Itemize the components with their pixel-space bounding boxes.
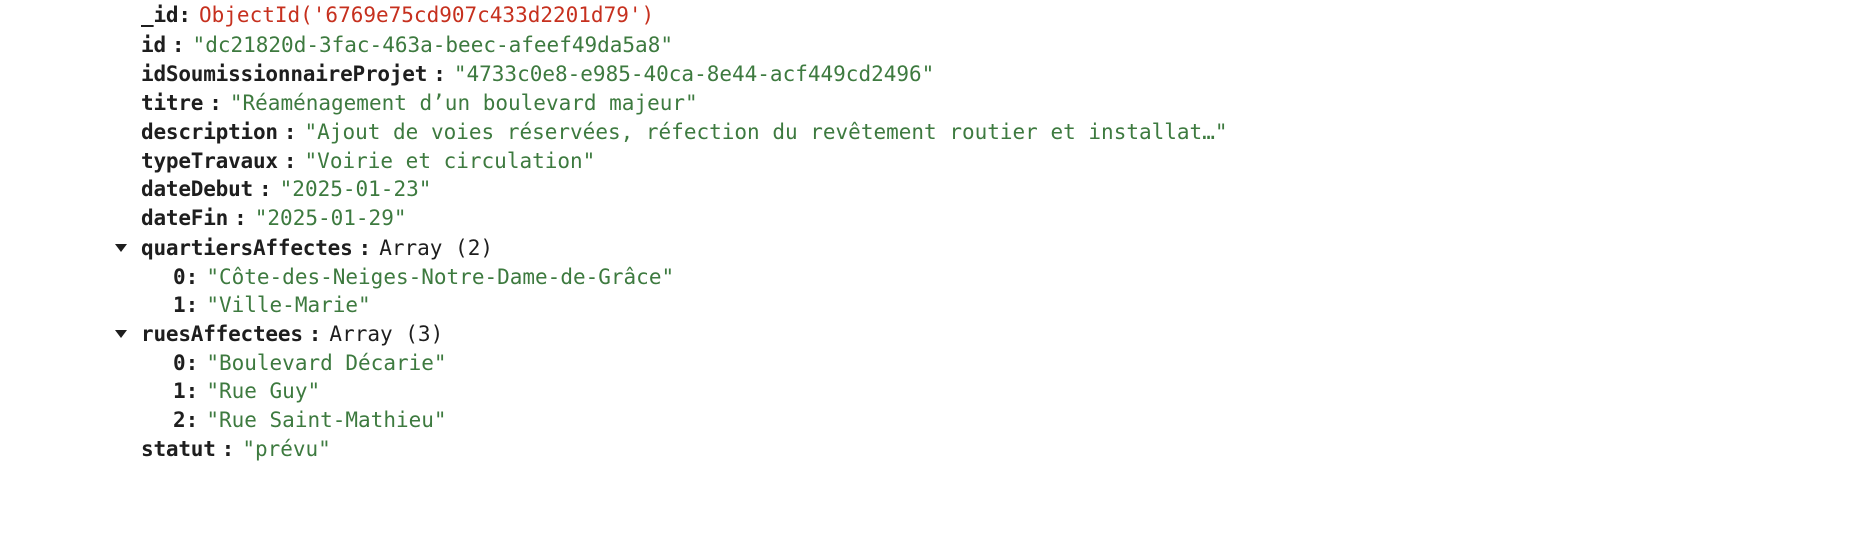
field-colon: :	[259, 177, 272, 201]
field-row-typeTravaux: typeTravaux: "Voirie et circulation"	[0, 146, 595, 176]
field-value-string[interactable]: "Ville-Marie"	[206, 293, 370, 317]
array-index: 0	[173, 351, 186, 375]
field-colon: :	[185, 265, 199, 289]
field-row-dateFin: dateFin: "2025-01-29"	[0, 203, 406, 233]
field-row-quartiersAffectes: quartiersAffectes: Array (2)	[0, 233, 493, 263]
array-type-label: Array (3)	[329, 322, 444, 346]
field-colon: :	[209, 91, 222, 115]
field-colon: :	[308, 322, 322, 346]
field-value-string[interactable]: "dc21820d-3fac-463a-beec-afeef49da5a8"	[193, 33, 673, 57]
field-colon: :	[185, 351, 199, 375]
field-key[interactable]: ruesAffectees	[141, 322, 303, 346]
field-colon: :	[185, 408, 199, 432]
field-key[interactable]: statut	[141, 437, 216, 461]
field-row-description: description: "Ajout de voies réservées, r…	[0, 117, 1227, 147]
field-value-string[interactable]: "Côte-des-Neiges-Notre-Dame-de-Grâce"	[206, 265, 674, 289]
field-colon: :	[234, 206, 247, 230]
field-value-objectid[interactable]: ObjectId('6769e75cd907c433d2201d79')	[199, 3, 654, 27]
field-key[interactable]: _id	[141, 3, 179, 27]
field-value-string[interactable]: "Réaménagement d’un boulevard majeur"	[230, 91, 698, 115]
field-key[interactable]: id	[141, 33, 166, 57]
array-item-row: 2: "Rue Saint-Mathieu"	[0, 405, 447, 435]
field-colon: :	[185, 293, 199, 317]
field-colon: :	[221, 437, 235, 461]
array-item-row: 1: "Ville-Marie"	[0, 290, 371, 320]
array-index: 1	[173, 293, 186, 317]
caret-down-icon	[115, 244, 127, 252]
array-index: 1	[173, 379, 186, 403]
field-colon: :	[283, 149, 297, 173]
field-colon: :	[171, 33, 185, 57]
field-value-string[interactable]: "Rue Saint-Mathieu"	[206, 408, 446, 432]
array-index: 0	[173, 265, 186, 289]
array-item-row: 0: "Côte-des-Neiges-Notre-Dame-de-Grâce"	[0, 262, 674, 292]
document-view: _id: ObjectId('6769e75cd907c433d2201d79')…	[0, 0, 1852, 558]
field-value-string[interactable]: "2025-01-23"	[280, 177, 432, 201]
array-item-row: 1: "Rue Guy"	[0, 376, 320, 406]
field-colon: :	[185, 379, 199, 403]
field-row-idSoumissionnaireProjet: idSoumissionnaireProjet: "4733c0e8-e985-4…	[0, 59, 934, 89]
array-type-label: Array (2)	[379, 236, 493, 260]
field-value-string[interactable]: "Boulevard Décarie"	[206, 351, 446, 375]
field-colon: :	[283, 120, 297, 144]
array-item-row: 0: "Boulevard Décarie"	[0, 348, 447, 378]
field-key[interactable]: dateDebut	[141, 177, 253, 201]
field-row-id: id: "dc21820d-3fac-463a-beec-afeef49da5a8…	[0, 30, 673, 60]
field-key[interactable]: idSoumissionnaireProjet	[141, 62, 427, 86]
field-colon: :	[433, 62, 446, 86]
field-value-string[interactable]: "2025-01-29"	[255, 206, 407, 230]
field-key[interactable]: dateFin	[141, 206, 228, 230]
caret-down-icon	[115, 330, 127, 338]
field-key[interactable]: description	[141, 120, 278, 144]
field-value-string[interactable]: "Rue Guy"	[206, 379, 320, 403]
array-index: 2	[173, 408, 186, 432]
collapse-toggle-icon[interactable]	[113, 319, 129, 349]
field-key[interactable]: titre	[141, 91, 203, 115]
field-colon: :	[178, 3, 191, 27]
field-value-string[interactable]: "Voirie et circulation"	[305, 149, 596, 173]
collapse-toggle-icon[interactable]	[113, 233, 129, 263]
field-value-string[interactable]: "4733c0e8-e985-40ca-8e44-acf449cd2496"	[454, 62, 934, 86]
field-row-statut: statut: "prévu"	[0, 434, 331, 464]
field-value-string[interactable]: "Ajout de voies réservées, réfection du …	[305, 120, 1228, 144]
field-value-string[interactable]: "prévu"	[242, 437, 331, 461]
field-row-titre: titre: "Réaménagement d’un boulevard maje…	[0, 88, 698, 118]
field-key[interactable]: typeTravaux	[141, 149, 278, 173]
field-row-ruesAffectees: ruesAffectees: Array (3)	[0, 319, 443, 349]
field-colon: :	[358, 236, 372, 260]
field-key[interactable]: quartiersAffectes	[141, 236, 353, 260]
field-row-_id: _id: ObjectId('6769e75cd907c433d2201d79')	[0, 0, 654, 30]
field-row-dateDebut: dateDebut: "2025-01-23"	[0, 174, 431, 204]
